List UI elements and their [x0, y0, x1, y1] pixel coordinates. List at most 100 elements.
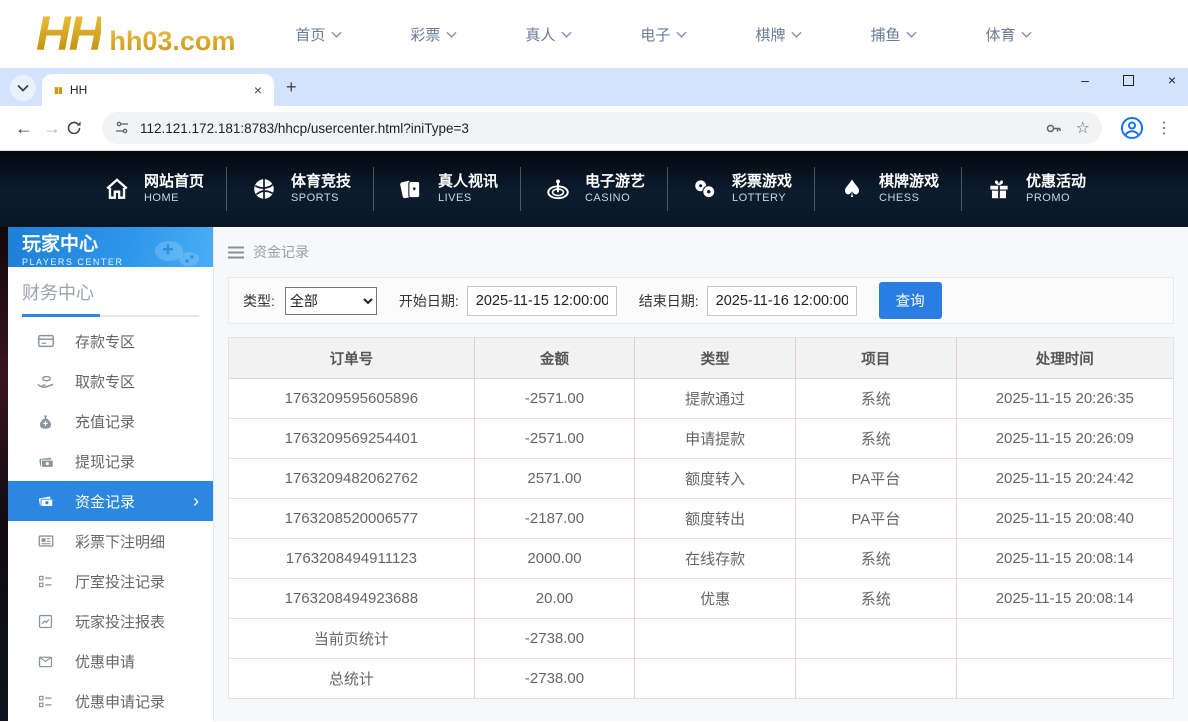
sidebar-item-funds-records[interactable]: 资金记录 › [8, 481, 213, 521]
top-nav: 首页 彩票 真人 电子 棋牌 捕鱼 体育 [295, 24, 1032, 45]
browser-toolbar: ← → 112.121.172.181:8783/hhcp/usercenter… [0, 106, 1188, 151]
sidebar-item-withdraw-zone[interactable]: 取款专区 [8, 361, 213, 401]
table-row: 1763209595605896-2571.00提款通过系统2025-11-15… [229, 379, 1174, 419]
coupon-icon [36, 652, 55, 671]
funds-table: 订单号 金额 类型 项目 处理时间 1763209595605896-2571.… [228, 337, 1174, 699]
table-row: 176320849492368820.00优惠系统2025-11-15 20:0… [229, 579, 1174, 619]
browser-tab[interactable]: ▮▮ HH × [42, 74, 274, 106]
chevron-down-icon [561, 31, 572, 38]
site-main-nav: 网站首页HOME 体育竞技SPORTS 真人视讯LIVES 电子游艺CASINO… [0, 151, 1188, 227]
top-nav-item-slots[interactable]: 电子 [640, 24, 687, 45]
lottery-balls-icon [690, 174, 720, 204]
sidebar-item-promo-apply-records[interactable]: 优惠申请记录 [8, 681, 213, 721]
top-nav-item-fishing[interactable]: 捕鱼 [870, 24, 917, 45]
top-nav-item-lottery[interactable]: 彩票 [410, 24, 457, 45]
money-bag-icon [36, 412, 55, 431]
site-logo[interactable]: HH hh03.com [36, 7, 235, 62]
chevron-down-icon [331, 31, 342, 38]
chevron-down-icon [17, 84, 29, 92]
main-nav-lottery[interactable]: 彩票游戏LOTTERY [668, 173, 814, 206]
chevron-down-icon [1021, 31, 1032, 38]
chevron-down-icon [791, 31, 802, 38]
col-header-order-id: 订单号 [229, 338, 475, 379]
profile-avatar-icon[interactable] [1120, 116, 1144, 140]
site-header: HH hh03.com 首页 彩票 真人 电子 棋牌 捕鱼 体育 [0, 0, 1188, 68]
chevron-down-icon [906, 31, 917, 38]
table-row: 1763209569254401-2571.00申请提款系统2025-11-15… [229, 419, 1174, 459]
table-row-grand-total: 总统计-2738.00 [229, 659, 1174, 699]
filter-panel: 类型: 全部 开始日期: 结束日期: 查询 [228, 277, 1174, 324]
tab-title: HH [70, 83, 250, 97]
sidebar-item-player-bet-report[interactable]: 玩家投注报表 [8, 601, 213, 641]
type-label: 类型: [243, 291, 275, 311]
page-title: 资金记录 [253, 242, 309, 262]
sidebar-item-withdrawal-records[interactable]: 提现记录 [8, 441, 213, 481]
sidebar-item-deposit-zone[interactable]: 存款专区 [8, 321, 213, 361]
chevron-right-icon: › [193, 492, 199, 510]
col-header-type: 类型 [635, 338, 796, 379]
reload-icon [66, 120, 82, 136]
browser-menu-icon[interactable]: ⋮ [1156, 118, 1172, 138]
start-date-input[interactable] [467, 286, 617, 316]
new-tab-button[interactable]: + [286, 77, 297, 98]
section-divider [22, 315, 199, 317]
col-header-amount: 金额 [474, 338, 635, 379]
main-panel: 资金记录 类型: 全部 开始日期: 结束日期: 查询 订单号 金额 类型 项目 … [214, 227, 1188, 721]
home-icon [102, 174, 132, 204]
spade-icon: ♠ [837, 174, 867, 204]
main-nav-sports[interactable]: 体育竞技SPORTS [227, 173, 373, 206]
type-select[interactable]: 全部 [285, 287, 377, 315]
minimize-button[interactable]: – [1077, 72, 1093, 88]
hamburger-icon [228, 246, 244, 259]
credit-card-icon [36, 332, 55, 351]
password-key-icon[interactable] [1045, 120, 1062, 137]
maximize-button[interactable] [1123, 75, 1134, 86]
main-nav-promo[interactable]: 优惠活动PROMO [962, 173, 1108, 206]
gamepad-icon [147, 233, 205, 267]
back-button[interactable]: ← [10, 118, 38, 139]
background-strip [0, 227, 8, 721]
end-date-label: 结束日期: [639, 291, 699, 311]
bookmark-star-icon[interactable]: ☆ [1076, 118, 1090, 138]
top-nav-item-sports[interactable]: 体育 [985, 24, 1032, 45]
finance-section: 财务中心 [8, 267, 213, 317]
search-button[interactable]: 查询 [879, 282, 942, 319]
main-nav-chess[interactable]: ♠ 棋牌游戏CHESS [815, 173, 961, 206]
window-controls: – × [1077, 72, 1180, 88]
playing-cards-icon [396, 174, 426, 204]
tab-close-icon[interactable]: × [250, 82, 266, 98]
site-info-icon[interactable] [114, 120, 130, 136]
top-nav-item-live[interactable]: 真人 [525, 24, 572, 45]
chart-icon [36, 612, 55, 631]
wallet-icon [36, 452, 55, 471]
list-icon [36, 692, 55, 711]
tab-favicon: ▮▮ [54, 85, 62, 96]
top-nav-item-home[interactable]: 首页 [295, 24, 342, 45]
main-nav-casino[interactable]: 电子游艺CASINO [521, 173, 667, 206]
forward-button[interactable]: → [38, 118, 66, 139]
top-nav-item-chess[interactable]: 棋牌 [755, 24, 802, 45]
table-row-page-total: 当前页统计-2738.00 [229, 619, 1174, 659]
sidebar-item-recharge-records[interactable]: 充值记录 [8, 401, 213, 441]
gift-icon [984, 174, 1014, 204]
main-nav-home[interactable]: 网站首页HOME [80, 173, 226, 206]
sidebar: 玩家中心 PLAYERS CENTER 财务中心 存款专区 取款专区 充值记录 [8, 227, 214, 721]
close-window-button[interactable]: × [1164, 72, 1180, 88]
url-text: 112.121.172.181:8783/hhcp/usercenter.htm… [140, 121, 469, 136]
sidebar-item-promo-apply[interactable]: 优惠申请 [8, 641, 213, 681]
address-bar[interactable]: 112.121.172.181:8783/hhcp/usercenter.htm… [102, 112, 1102, 144]
sidebar-item-room-bet-records[interactable]: 厅室投注记录 [8, 561, 213, 601]
sidebar-item-lottery-bet-details[interactable]: 彩票下注明细 [8, 521, 213, 561]
table-header-row: 订单号 金额 类型 项目 处理时间 [229, 338, 1174, 379]
col-header-time: 处理时间 [956, 338, 1173, 379]
players-center-header: 玩家中心 PLAYERS CENTER [8, 227, 213, 267]
tab-search-button[interactable] [10, 75, 36, 101]
main-nav-lives[interactable]: 真人视讯LIVES [374, 173, 520, 206]
reload-button[interactable] [66, 120, 94, 136]
list-icon [36, 572, 55, 591]
end-date-input[interactable] [707, 286, 857, 316]
col-header-project: 项目 [795, 338, 956, 379]
banknote-icon [36, 492, 55, 511]
sidebar-menu: 存款专区 取款专区 充值记录 提现记录 资金记录 › 彩票下注明细 [8, 321, 213, 721]
page-content: 玩家中心 PLAYERS CENTER 财务中心 存款专区 取款专区 充值记录 [0, 227, 1188, 721]
